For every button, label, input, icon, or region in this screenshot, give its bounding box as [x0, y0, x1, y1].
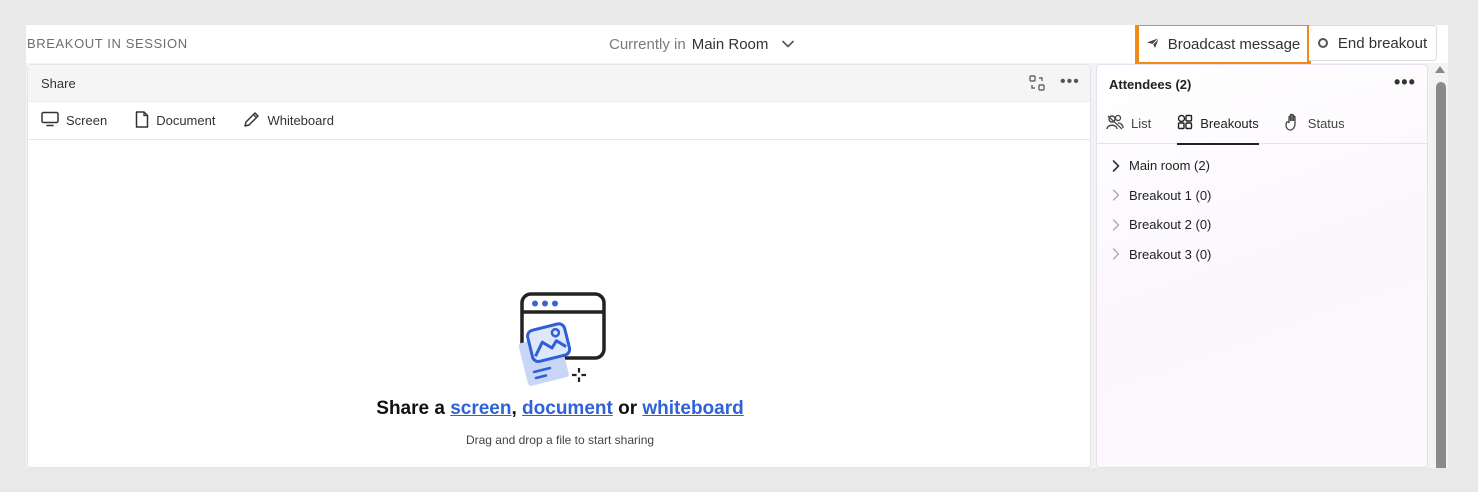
- hand-icon: [1285, 113, 1301, 134]
- broadcast-message-button[interactable]: Broadcast message: [1135, 25, 1311, 66]
- chevron-right-icon: [1112, 189, 1120, 201]
- share-pod: Share ••• Screen Document Whiteboard Sha…: [27, 64, 1091, 468]
- tab-label: List: [1131, 115, 1152, 131]
- end-breakout-button[interactable]: End breakout: [1309, 25, 1437, 61]
- room-item-label: Main room (2): [1129, 158, 1210, 174]
- attendees-pod: Attendees (2) ••• List Breakouts Status …: [1096, 64, 1428, 468]
- scroll-up-arrow-icon[interactable]: [1435, 66, 1445, 73]
- tab-list[interactable]: List: [1106, 103, 1151, 144]
- more-options-icon[interactable]: •••: [1394, 72, 1416, 93]
- end-breakout-label: End breakout: [1337, 34, 1428, 52]
- share-tab-label: Document: [156, 113, 216, 128]
- chevron-right-icon: [1112, 159, 1120, 172]
- share-illustration-icon: [516, 290, 616, 395]
- share-whiteboard-link[interactable]: whiteboard: [642, 398, 743, 419]
- breakout-room-list: Main room (2) Breakout 1 (0) Breakout 2 …: [1097, 144, 1427, 269]
- chevron-right-icon: [1112, 219, 1120, 231]
- room-item-breakout-1[interactable]: Breakout 1 (0): [1097, 181, 1427, 211]
- room-prefix: Currently in: [609, 35, 686, 53]
- share-tab-whiteboard[interactable]: Whiteboard: [243, 111, 334, 131]
- stop-icon: [1317, 38, 1328, 48]
- share-tab-label: Screen: [66, 113, 108, 128]
- broadcast-message-label: Broadcast message: [1167, 35, 1301, 53]
- send-icon: [1146, 36, 1160, 53]
- share-tabs: Screen Document Whiteboard: [28, 102, 1090, 140]
- breakouts-icon: [1177, 114, 1193, 133]
- share-pod-header: Share •••: [28, 65, 1090, 102]
- tab-breakouts[interactable]: Breakouts: [1177, 103, 1259, 145]
- share-drop-zone[interactable]: Share a screen, document or whiteboard D…: [28, 140, 1090, 468]
- document-icon: [135, 110, 149, 131]
- share-prompt-or: or: [618, 398, 638, 419]
- room-name: Main Room: [691, 35, 769, 53]
- room-item-label: Breakout 2 (0): [1129, 217, 1212, 233]
- share-prompt-text: Share a: [376, 398, 445, 419]
- room-item-label: Breakout 3 (0): [1129, 246, 1212, 262]
- top-bar: BREAKOUT IN SESSION Currently in Main Ro…: [26, 25, 1448, 66]
- room-item-breakout-3[interactable]: Breakout 3 (0): [1097, 240, 1427, 270]
- monitor-icon: [41, 111, 59, 130]
- scrollbar[interactable]: [1432, 64, 1448, 468]
- more-options-icon[interactable]: •••: [1060, 73, 1080, 91]
- share-tab-screen[interactable]: Screen: [41, 111, 107, 130]
- share-prompt: Share a screen, document or whiteboard: [28, 398, 1092, 420]
- session-status-label: BREAKOUT IN SESSION: [27, 36, 188, 51]
- share-tab-label: Whiteboard: [267, 113, 334, 128]
- swap-icon[interactable]: [1028, 74, 1046, 97]
- tab-status[interactable]: Status: [1285, 103, 1345, 144]
- room-item-label: Breakout 1 (0): [1129, 187, 1212, 203]
- share-screen-link[interactable]: screen: [450, 398, 511, 419]
- share-document-link[interactable]: document: [522, 398, 613, 419]
- attendees-tabs: List Breakouts Status: [1097, 103, 1427, 145]
- attendees-title: Attendees (2): [1109, 77, 1192, 92]
- people-icon: [1106, 114, 1124, 133]
- attendees-header: Attendees (2) •••: [1097, 65, 1427, 103]
- pencil-icon: [243, 111, 260, 131]
- app-frame: BREAKOUT IN SESSION Currently in Main Ro…: [26, 25, 1448, 468]
- share-prompt-comma: ,: [511, 398, 517, 419]
- room-item-main[interactable]: Main room (2): [1097, 151, 1427, 181]
- chevron-right-icon: [1112, 248, 1120, 260]
- share-pod-title: Share: [41, 76, 76, 91]
- tab-label: Breakouts: [1200, 115, 1259, 131]
- share-tab-document[interactable]: Document: [135, 110, 216, 131]
- share-hint: Drag and drop a file to start sharing: [465, 433, 655, 447]
- tab-label: Status: [1307, 115, 1345, 131]
- room-selector[interactable]: Currently in Main Room: [609, 33, 795, 55]
- chevron-down-icon: [782, 40, 795, 48]
- scrollbar-thumb[interactable]: [1436, 82, 1446, 468]
- room-item-breakout-2[interactable]: Breakout 2 (0): [1097, 210, 1427, 240]
